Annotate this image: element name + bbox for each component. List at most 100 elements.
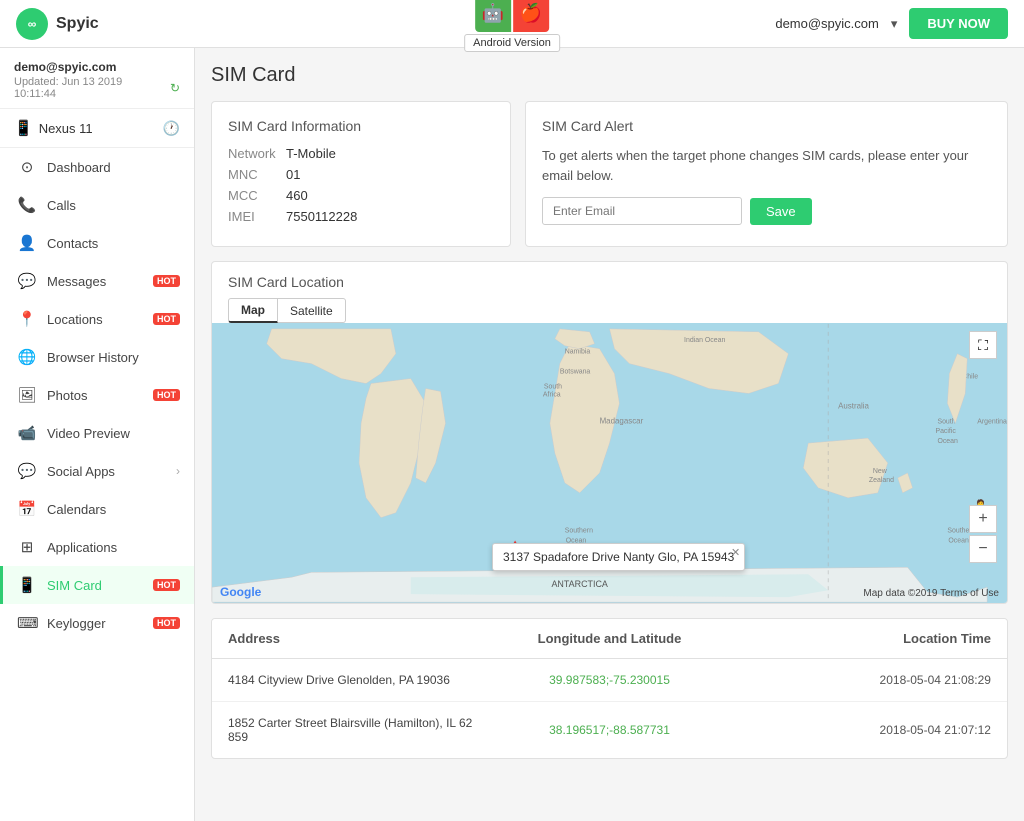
- device-name: 📱 Nexus 11: [14, 119, 93, 137]
- sidebar-item-sim-card[interactable]: 📱 SIM Card HOT: [0, 566, 194, 604]
- calls-nav-label: Calls: [47, 198, 180, 213]
- sidebar-item-video-preview[interactable]: 📹 Video Preview: [0, 414, 194, 452]
- svg-text:Madagascar: Madagascar: [600, 416, 644, 425]
- table-rows: 4184 Cityview Drive Glenolden, PA 19036 …: [212, 659, 1007, 758]
- platform-switcher: 🤖 🍎 Android Version: [464, 0, 560, 52]
- calendars-nav-label: Calendars: [47, 502, 180, 517]
- sim-field-imei: IMEI 7550112228: [228, 209, 494, 224]
- refresh-icon[interactable]: ↻: [170, 81, 180, 95]
- svg-text:New: New: [873, 468, 888, 475]
- video-preview-nav-label: Video Preview: [47, 426, 180, 441]
- sidebar-item-applications[interactable]: ⊞ Applications: [0, 528, 194, 566]
- dashboard-nav-icon: ⊙: [17, 158, 37, 176]
- sidebar-item-contacts[interactable]: 👤 Contacts: [0, 224, 194, 262]
- table-row: 4184 Cityview Drive Glenolden, PA 19036 …: [212, 659, 1007, 702]
- device-selector[interactable]: 📱 Nexus 11 🕐: [0, 109, 194, 148]
- logo-area: ∞ Spyic: [16, 8, 99, 40]
- browser-history-nav-label: Browser History: [47, 350, 180, 365]
- clock-icon[interactable]: 🕐: [163, 120, 180, 137]
- platform-label: Android Version: [464, 34, 560, 52]
- google-logo: Google: [220, 585, 261, 599]
- map-attribution: Map data ©2019 Terms of Use: [863, 588, 999, 599]
- sim-info-card: SIM Card Information Network T-Mobile MN…: [211, 101, 511, 247]
- map-container: ANTARCTICA Madagascar Indian Ocean Austr…: [212, 323, 1007, 603]
- photos-hot-badge: HOT: [153, 389, 180, 401]
- sidebar-item-keylogger[interactable]: ⌨ Keylogger HOT: [0, 604, 194, 642]
- sidebar-item-photos[interactable]: 🖼 Photos HOT: [0, 376, 194, 414]
- svg-text:Indian Ocean: Indian Ocean: [684, 337, 725, 344]
- row-1-time: 2018-05-04 21:07:12: [737, 723, 991, 737]
- svg-text:Botswana: Botswana: [560, 369, 591, 376]
- social-apps-nav-icon: 💬: [17, 462, 37, 480]
- contacts-nav-icon: 👤: [17, 234, 37, 252]
- email-input[interactable]: [542, 197, 742, 225]
- logo-icon: ∞: [16, 8, 48, 40]
- calendars-nav-icon: 📅: [17, 500, 37, 518]
- row-0-coords: 39.987583;-75.230015: [482, 673, 736, 687]
- map-header: SIM Card Location Map Satellite: [212, 262, 1007, 323]
- svg-text:Argentina: Argentina: [977, 418, 1007, 425]
- table-row: 1852 Carter Street Blairsville (Hamilton…: [212, 702, 1007, 758]
- sidebar-item-calls[interactable]: 📞 Calls: [0, 186, 194, 224]
- map-zoom-controls: + −: [969, 505, 997, 563]
- user-email: demo@spyic.com: [14, 60, 180, 74]
- ios-platform-btn[interactable]: 🍎: [513, 0, 549, 32]
- svg-text:Ocean: Ocean: [937, 438, 958, 445]
- header-address: Address: [228, 631, 482, 646]
- save-button[interactable]: Save: [750, 198, 812, 225]
- user-menu-chevron[interactable]: ▾: [891, 16, 898, 32]
- sim-location-card: SIM Card Location Map Satellite: [211, 261, 1008, 604]
- locations-hot-badge: HOT: [153, 313, 180, 325]
- popup-close-button[interactable]: ✕: [731, 546, 740, 559]
- svg-text:Southern: Southern: [565, 528, 593, 535]
- sidebar: demo@spyic.com Updated: Jun 13 2019 10:1…: [0, 48, 195, 821]
- logo-text: Spyic: [56, 15, 99, 33]
- svg-text:South: South: [937, 418, 955, 425]
- map-title: SIM Card Location: [228, 274, 991, 290]
- row-1-address: 1852 Carter Street Blairsville (Hamilton…: [228, 716, 482, 744]
- cards-row: SIM Card Information Network T-Mobile MN…: [211, 101, 1008, 247]
- android-platform-btn[interactable]: 🤖: [475, 0, 511, 32]
- keylogger-nav-icon: ⌨: [17, 614, 37, 632]
- map-tab-satellite[interactable]: Satellite: [278, 298, 346, 323]
- svg-text:Australia: Australia: [838, 401, 869, 410]
- social-apps-nav-label: Social Apps: [47, 464, 166, 479]
- location-table: Address Longitude and Latitude Location …: [211, 618, 1008, 759]
- sidebar-item-calendars[interactable]: 📅 Calendars: [0, 490, 194, 528]
- alert-description: To get alerts when the target phone chan…: [542, 146, 991, 185]
- svg-text:Zealand: Zealand: [869, 477, 894, 484]
- photos-nav-icon: 🖼: [17, 386, 37, 404]
- map-location-popup: 3137 Spadafore Drive Nanty Glo, PA 15943…: [492, 543, 745, 571]
- svg-text:Africa: Africa: [543, 391, 561, 398]
- sidebar-item-browser-history[interactable]: 🌐 Browser History: [0, 338, 194, 376]
- row-1-coords: 38.196517;-88.587731: [482, 723, 736, 737]
- buy-now-button[interactable]: BUY NOW: [909, 8, 1008, 39]
- sidebar-item-dashboard[interactable]: ⊙ Dashboard: [0, 148, 194, 186]
- keylogger-hot-badge: HOT: [153, 617, 180, 629]
- sidebar-item-locations[interactable]: 📍 Locations HOT: [0, 300, 194, 338]
- zoom-in-button[interactable]: +: [969, 505, 997, 533]
- sim-card-hot-badge: HOT: [153, 579, 180, 591]
- row-0-address: 4184 Cityview Drive Glenolden, PA 19036: [228, 673, 482, 687]
- fullscreen-button[interactable]: ⛶: [969, 331, 997, 359]
- locations-nav-label: Locations: [47, 312, 139, 327]
- sim-card-nav-icon: 📱: [17, 576, 37, 594]
- locations-nav-icon: 📍: [17, 310, 37, 328]
- video-preview-nav-icon: 📹: [17, 424, 37, 442]
- svg-text:ANTARCTICA: ANTARCTICA: [551, 579, 607, 589]
- sim-info-card-title: SIM Card Information: [228, 118, 494, 134]
- table-header: Address Longitude and Latitude Location …: [212, 619, 1007, 659]
- zoom-out-button[interactable]: −: [969, 535, 997, 563]
- social-apps-arrow-icon: ›: [176, 464, 180, 478]
- sim-card-nav-label: SIM Card: [47, 578, 139, 593]
- user-menu-email: demo@spyic.com: [775, 16, 879, 31]
- applications-nav-icon: ⊞: [17, 538, 37, 556]
- sidebar-item-messages[interactable]: 💬 Messages HOT: [0, 262, 194, 300]
- user-info: demo@spyic.com Updated: Jun 13 2019 10:1…: [0, 48, 194, 109]
- calls-nav-icon: 📞: [17, 196, 37, 214]
- sidebar-item-social-apps[interactable]: 💬 Social Apps ›: [0, 452, 194, 490]
- email-input-row: Save: [542, 197, 991, 225]
- map-tab-map[interactable]: Map: [228, 298, 278, 323]
- dashboard-nav-label: Dashboard: [47, 160, 180, 175]
- sim-fields: Network T-Mobile MNC 01 MCC 460 IMEI 755…: [228, 146, 494, 224]
